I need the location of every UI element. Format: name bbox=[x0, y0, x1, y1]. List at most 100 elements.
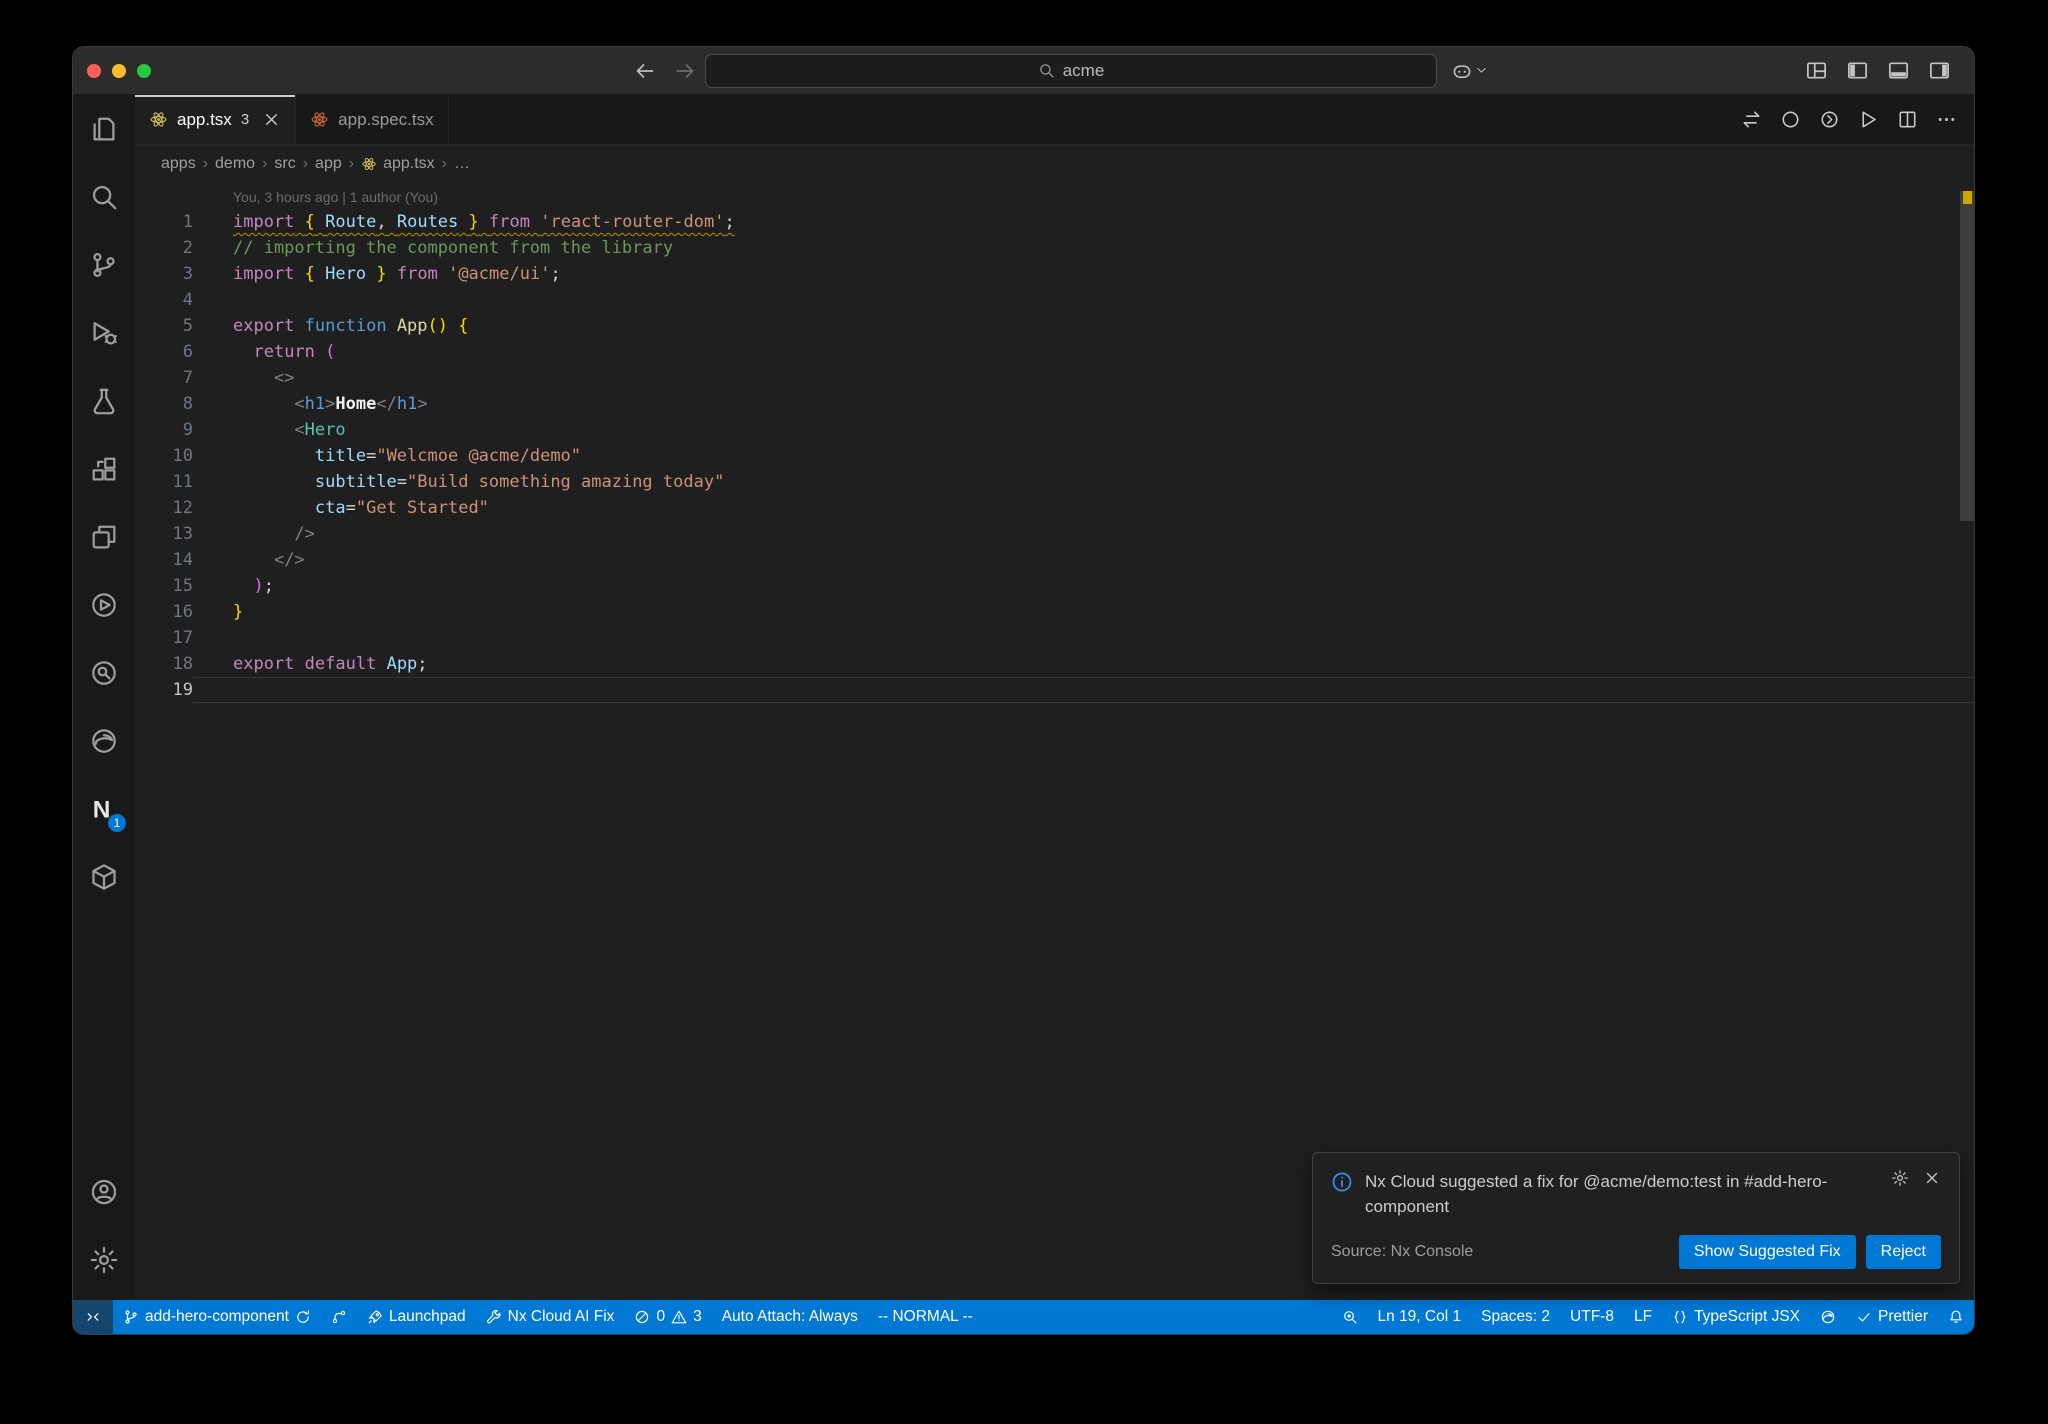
status-branch[interactable]: add-hero-component bbox=[113, 1300, 321, 1334]
panel-left-icon[interactable] bbox=[1846, 59, 1869, 82]
breadcrumb-src[interactable]: src bbox=[274, 155, 295, 173]
activity-search[interactable] bbox=[73, 163, 135, 231]
activity-nx-console[interactable]: N1 bbox=[73, 775, 135, 843]
circle-outline-icon[interactable] bbox=[1780, 109, 1801, 130]
status-prettier-label: Prettier bbox=[1878, 1308, 1928, 1325]
arrow-right-icon[interactable] bbox=[673, 59, 697, 83]
code-line-9[interactable]: 9 <Hero bbox=[135, 417, 1974, 443]
code-editor[interactable]: You, 3 hours ago | 1 author (You) 1 impor… bbox=[135, 183, 1974, 1300]
command-center-search[interactable]: acme bbox=[705, 53, 1437, 88]
status-eol[interactable]: LF bbox=[1624, 1300, 1662, 1334]
branch-icon bbox=[123, 1309, 139, 1325]
code-line-15[interactable]: 15 ); bbox=[135, 573, 1974, 599]
code-line-6[interactable]: 6 return ( bbox=[135, 339, 1974, 365]
status-prettier[interactable]: Prettier bbox=[1846, 1300, 1938, 1334]
code-line-10[interactable]: 10 title="Welcmoe @acme/demo" bbox=[135, 443, 1974, 469]
activity-run-and-debug[interactable] bbox=[73, 299, 135, 367]
activity-source-control[interactable] bbox=[73, 231, 135, 299]
status-vim-mode[interactable]: -- NORMAL -- bbox=[868, 1300, 983, 1334]
search-icon bbox=[89, 182, 119, 212]
code-line-16[interactable]: 16} bbox=[135, 599, 1974, 625]
status-language[interactable]: TypeScript JSX bbox=[1662, 1300, 1810, 1334]
close-icon[interactable] bbox=[1923, 1169, 1941, 1187]
line-content: } bbox=[233, 602, 244, 622]
chevron-down-icon[interactable] bbox=[1475, 64, 1488, 77]
status-notifications[interactable] bbox=[1938, 1300, 1974, 1334]
reject-button[interactable]: Reject bbox=[1865, 1235, 1941, 1269]
activity-gitlens-inspect[interactable] bbox=[73, 639, 135, 707]
activity-settings[interactable] bbox=[73, 1226, 135, 1294]
code-line-11[interactable]: 11 subtitle="Build something amazing tod… bbox=[135, 469, 1974, 495]
activity-bar: N1 bbox=[73, 95, 135, 1300]
status-commit-graph[interactable] bbox=[321, 1300, 357, 1334]
activity-explorer[interactable] bbox=[73, 95, 135, 163]
panel-right-icon[interactable] bbox=[1928, 59, 1951, 82]
activity-package-explorer[interactable] bbox=[73, 843, 135, 911]
line-number: 5 bbox=[182, 316, 193, 336]
line-content: import { Route, Routes } from 'react-rou… bbox=[233, 212, 735, 232]
gitlens-blame[interactable]: You, 3 hours ago | 1 author (You) bbox=[233, 187, 1974, 207]
open-changes-icon[interactable] bbox=[1741, 109, 1762, 130]
activity-remote-explorer[interactable] bbox=[73, 503, 135, 571]
breadcrumb-apps[interactable]: apps bbox=[161, 155, 196, 173]
editor-scrollbar[interactable] bbox=[1960, 183, 1974, 1300]
breadcrumb-…[interactable]: … bbox=[454, 155, 470, 173]
split-editor-icon[interactable] bbox=[1897, 109, 1918, 130]
tab-label: app.tsx bbox=[177, 109, 232, 129]
breadcrumb-app.tsx[interactable]: app.tsx bbox=[361, 155, 435, 173]
close-icon[interactable] bbox=[262, 110, 281, 129]
status-indentation[interactable]: Spaces: 2 bbox=[1471, 1300, 1560, 1334]
line-number: 3 bbox=[182, 264, 193, 284]
close-window-button[interactable] bbox=[87, 63, 101, 78]
code-line-19[interactable]: 19 bbox=[135, 677, 1974, 703]
code-line-18[interactable]: 18 export default App; bbox=[135, 651, 1974, 677]
layout-icon[interactable] bbox=[1805, 59, 1828, 82]
status-edge-tools[interactable] bbox=[1810, 1300, 1846, 1334]
panel-bottom-icon[interactable] bbox=[1887, 59, 1910, 82]
code-line-1[interactable]: 1 import { Route, Routes } from 'react-ro… bbox=[135, 209, 1974, 235]
run-icon[interactable] bbox=[1858, 109, 1879, 130]
status-problems[interactable]: 03 bbox=[624, 1300, 711, 1334]
activity-task-runner[interactable] bbox=[73, 571, 135, 639]
zoom-window-button[interactable] bbox=[137, 63, 151, 78]
bell-icon bbox=[1948, 1309, 1964, 1325]
line-content bbox=[193, 287, 1974, 313]
show-suggested-fix-button[interactable]: Show Suggested Fix bbox=[1678, 1235, 1856, 1269]
status-remote[interactable] bbox=[73, 1300, 113, 1334]
copilot-icon[interactable] bbox=[1451, 60, 1473, 82]
code-line-2[interactable]: 2 // importing the component from the lib… bbox=[135, 235, 1974, 261]
status-launchpad[interactable]: Launchpad bbox=[357, 1300, 476, 1334]
code-line-7[interactable]: 7 <> bbox=[135, 365, 1974, 391]
code-line-14[interactable]: 14 </> bbox=[135, 547, 1974, 573]
status-cursor-position[interactable]: Ln 19, Col 1 bbox=[1368, 1300, 1472, 1334]
code-line-13[interactable]: 13 /> bbox=[135, 521, 1974, 547]
breadcrumb-demo[interactable]: demo bbox=[215, 155, 255, 173]
scrollbar-thumb[interactable] bbox=[1960, 191, 1974, 521]
status-encoding[interactable]: UTF-8 bbox=[1560, 1300, 1624, 1334]
scm-icon bbox=[89, 250, 119, 280]
arrow-left-icon[interactable] bbox=[633, 59, 657, 83]
line-content: cta="Get Started" bbox=[314, 498, 489, 518]
activity-edge-tools[interactable] bbox=[73, 707, 135, 775]
code-line-17[interactable]: 17 bbox=[135, 625, 1974, 651]
line-number: 9 bbox=[182, 420, 193, 440]
minimize-window-button[interactable] bbox=[112, 63, 126, 78]
activity-accounts[interactable] bbox=[73, 1158, 135, 1226]
tab-app.spec.tsx[interactable]: app.spec.tsx bbox=[296, 95, 449, 144]
circle-arrow-icon[interactable] bbox=[1819, 109, 1840, 130]
more-icon[interactable] bbox=[1936, 109, 1957, 130]
activity-testing[interactable] bbox=[73, 367, 135, 435]
code-line-5[interactable]: 5 export function App() { bbox=[135, 313, 1974, 339]
tab-app.tsx[interactable]: app.tsx 3 bbox=[135, 95, 297, 144]
breadcrumb-app[interactable]: app bbox=[315, 155, 342, 173]
code-line-8[interactable]: 8 <h1>Home</h1> bbox=[135, 391, 1974, 417]
code-line-12[interactable]: 12 cta="Get Started" bbox=[135, 495, 1974, 521]
code-line-3[interactable]: 3 import { Hero } from '@acme/ui'; bbox=[135, 261, 1974, 287]
editor-group: app.tsx 3 app.spec.tsx apps › demo › src › app › a… bbox=[135, 95, 1974, 1300]
status-auto-attach[interactable]: Auto Attach: Always bbox=[712, 1300, 868, 1334]
gear-icon[interactable] bbox=[1891, 1169, 1909, 1187]
status-zoom[interactable] bbox=[1332, 1300, 1368, 1334]
activity-extensions[interactable] bbox=[73, 435, 135, 503]
code-line-4[interactable]: 4 bbox=[135, 287, 1974, 313]
status-nx-cloud-fix[interactable]: Nx Cloud AI Fix bbox=[476, 1300, 625, 1334]
